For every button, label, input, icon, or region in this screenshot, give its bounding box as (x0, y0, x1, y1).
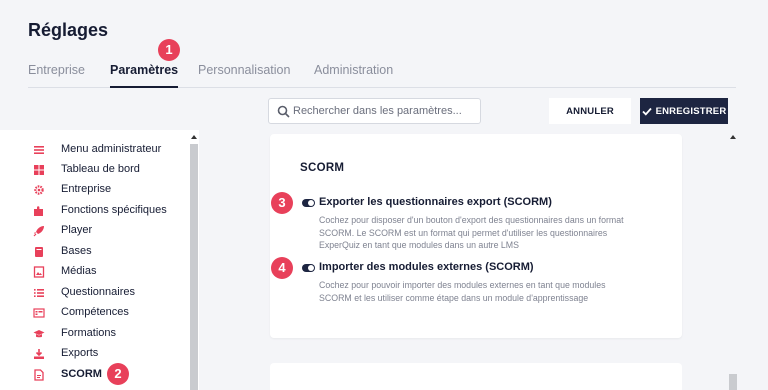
sidebar-item-formations[interactable]: Formations (0, 324, 189, 344)
main-scrollbar[interactable] (728, 130, 738, 390)
step-badge-4: 4 (271, 257, 293, 279)
save-button-label: ENREGISTRER (655, 105, 727, 117)
sidebar-item-label: Exports (61, 347, 99, 359)
sidebar-item-entreprise[interactable]: Entreprise (0, 180, 189, 200)
sidebar-item-label: SCORM (61, 368, 102, 380)
page-title: Réglages (28, 20, 109, 40)
sidebar-item-label: Tableau de bord (61, 163, 140, 175)
main-scrollbar-thumb[interactable] (729, 374, 737, 390)
list-icon (34, 289, 44, 297)
settings-sidebar: Menu administrateur Tableau de bord Entr… (0, 130, 199, 390)
tab-entreprise[interactable]: Entreprise (28, 63, 85, 88)
tab-administration[interactable]: Administration (314, 63, 393, 88)
gear-icon (34, 185, 44, 195)
sidebar-item-medias[interactable]: Médias (0, 262, 189, 282)
step-badge-3: 3 (271, 192, 293, 214)
sidebar-item-label: Bases (61, 245, 92, 257)
image-icon (33, 266, 45, 278)
sidebar-item-questionnaires[interactable]: Questionnaires (0, 283, 189, 303)
search-icon (277, 105, 290, 118)
description-line: SCORM. Le SCORM est un format qui permet… (319, 227, 608, 238)
books-icon (35, 247, 43, 257)
sidebar-item-label: Questionnaires (61, 286, 135, 298)
sidebar-scrollbar-thumb[interactable] (190, 144, 198, 390)
sidebar-item-fonctions-specifiques[interactable]: Fonctions spécifiques (0, 201, 189, 221)
scorm-card: SCORM Exporter les questionnaires export… (270, 134, 682, 338)
rocket-icon (33, 226, 44, 237)
export-scorm-label: Exporter les questionnaires export (SCOR… (319, 196, 552, 208)
description-line: Cochez pour pouvoir importer des modules… (319, 280, 606, 290)
sidebar-item-competences[interactable]: Compétences (0, 303, 189, 323)
sidebar-item-label: Fonctions spécifiques (61, 204, 167, 216)
dashboard-icon (34, 165, 44, 175)
tab-parametres[interactable]: Paramètres (110, 63, 179, 88)
settings-header: Réglages Entreprise Paramètres Personnal… (0, 0, 768, 128)
check-icon (641, 107, 652, 116)
cancel-button[interactable]: ANNULER (549, 98, 631, 124)
sidebar-item-label: Formations (61, 327, 117, 339)
sidebar-item-label: Player (61, 224, 93, 236)
graduation-cap-icon (33, 330, 45, 338)
sidebar-item-scorm[interactable]: SCORM (0, 365, 189, 385)
sidebar-item-player[interactable]: Player (0, 221, 189, 241)
settings-search[interactable] (268, 98, 481, 124)
description-line: ExperQuiz en tant que modules dans un au… (319, 240, 520, 250)
card-title: SCORM (300, 162, 345, 174)
export-scorm-description: Cochez pour disposer d'un bouton d'expor… (319, 214, 659, 252)
import-scorm-label: Importer des modules externes (SCORM) (319, 261, 534, 273)
next-settings-card (270, 363, 682, 390)
import-scorm-description: Cochez pour pouvoir importer des modules… (319, 279, 659, 304)
export-scorm-toggle[interactable] (302, 199, 315, 207)
file-icon (34, 369, 44, 381)
sidebar-item-label: Entreprise (61, 183, 112, 195)
tab-personnalisation[interactable]: Personnalisation (198, 63, 290, 88)
step-badge-1: 1 (158, 39, 180, 61)
sidebar-item-label: Médias (61, 265, 97, 277)
description-line: Cochez pour disposer d'un bouton d'expor… (319, 215, 624, 225)
sidebar-item-bases[interactable]: Bases (0, 242, 189, 262)
skills-icon (33, 308, 45, 318)
search-input[interactable] (293, 101, 477, 121)
sidebar-item-exports[interactable]: Exports (0, 344, 189, 364)
description-line: SCORM et les utiliser comme étape dans u… (319, 292, 589, 303)
sidebar-scrollbar[interactable] (189, 130, 199, 390)
sidebar-item-label: Menu administrateur (61, 143, 162, 155)
sidebar-item-tableau-de-bord[interactable]: Tableau de bord (0, 160, 189, 180)
download-icon (34, 349, 44, 359)
menu-icon (34, 146, 44, 154)
save-button[interactable]: ENREGISTRER (640, 98, 728, 124)
step-badge-2: 2 (107, 363, 129, 385)
import-scorm-toggle[interactable] (302, 264, 315, 272)
scroll-up-arrow-icon[interactable] (730, 135, 736, 139)
sidebar-item-label: Compétences (61, 306, 129, 318)
sidebar-item-menu-administrateur[interactable]: Menu administrateur (0, 140, 189, 160)
puzzle-icon (34, 206, 43, 216)
scroll-up-arrow-icon[interactable] (191, 135, 197, 139)
settings-tabs: Entreprise Paramètres Personnalisation A… (28, 63, 736, 88)
